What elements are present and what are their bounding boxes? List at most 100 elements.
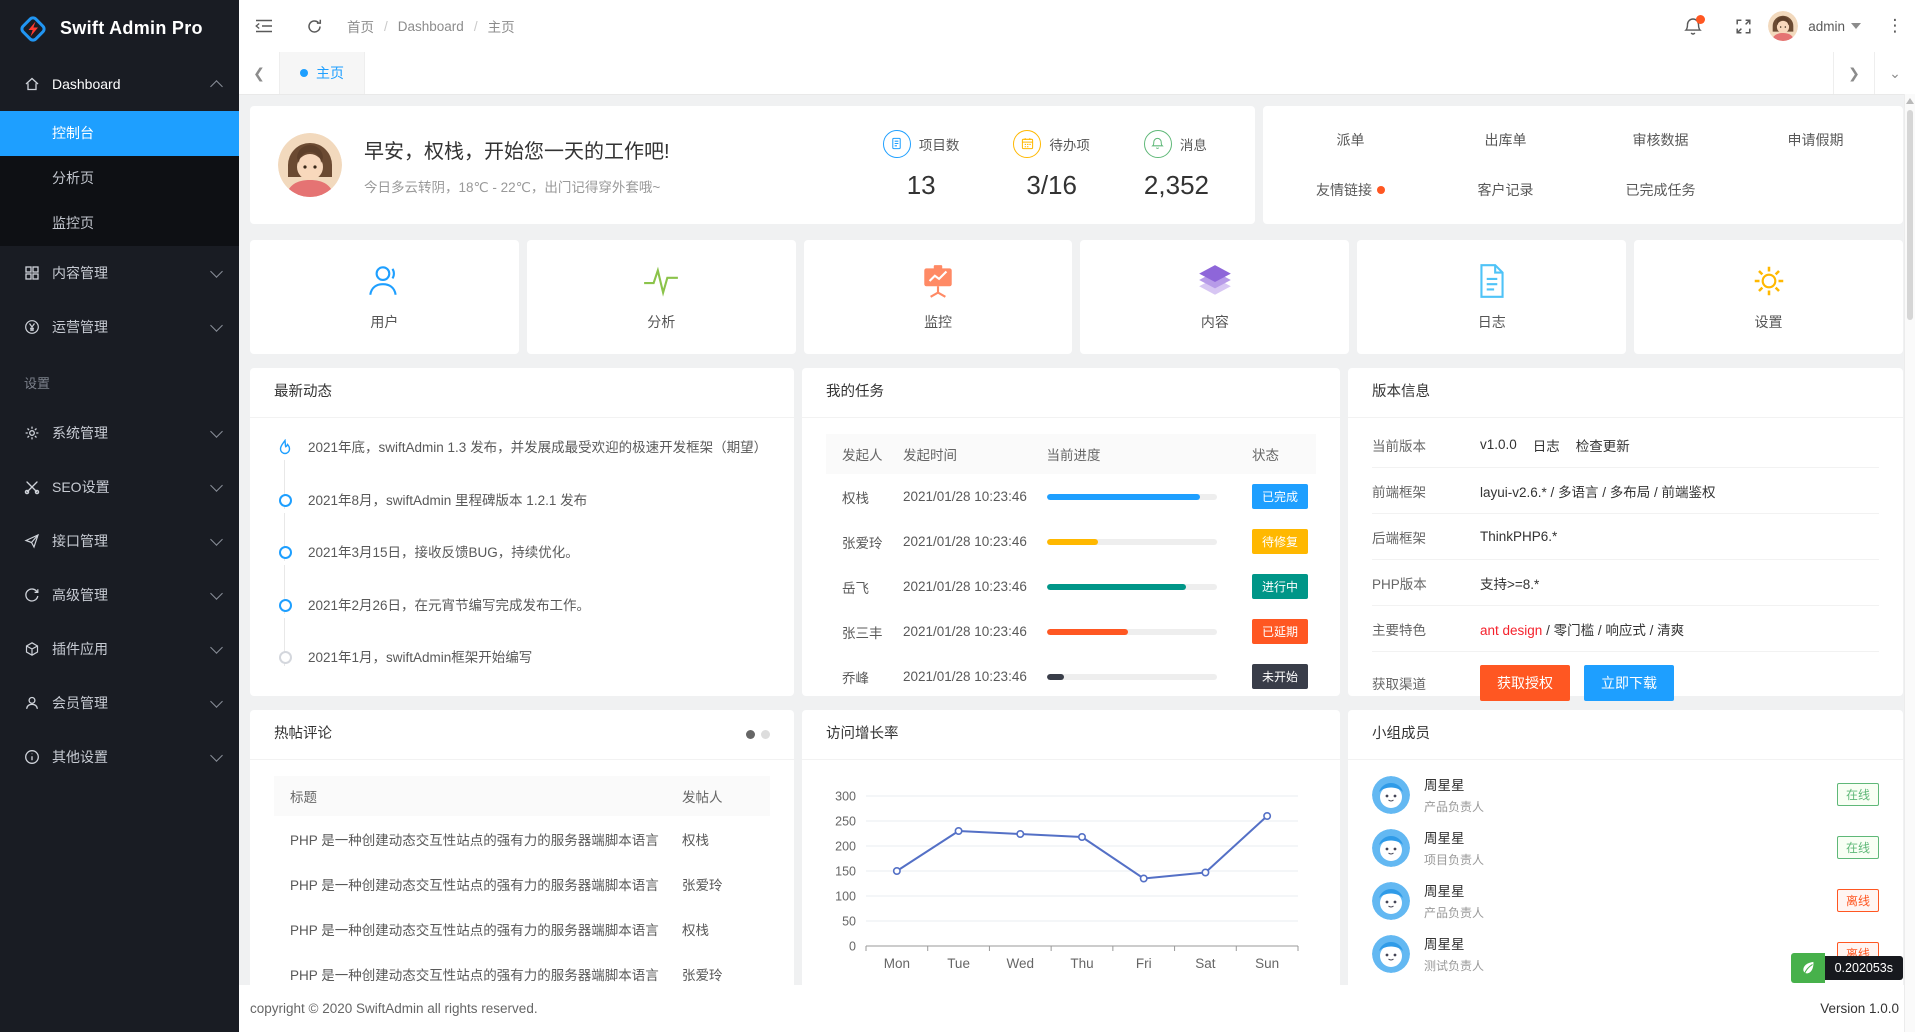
sidebar-item-other[interactable]: 其他设置 [0, 730, 239, 784]
sidebar-item-content[interactable]: 内容管理 [0, 246, 239, 300]
tools-icon [24, 479, 40, 495]
quick-link-done-tasks[interactable]: 已完成任务 [1583, 180, 1738, 200]
circle-icon [279, 599, 292, 612]
shortcut-content[interactable]: 内容 [1080, 240, 1349, 354]
member-row: 周星星产品负责人 离线 [1372, 874, 1879, 927]
version-row: 后端框架 ThinkPHP6.* [1372, 514, 1879, 560]
sidebar-nav: Dashboard 控制台 分析页 监控页 内容管理 运营管理 设置 系 [0, 57, 239, 784]
gear-icon [24, 425, 40, 441]
download-button[interactable]: 立即下载 [1584, 665, 1674, 701]
post-row: PHP 是一种创建动态交互性站点的强有力的服务器端脚本语言权栈 [274, 816, 770, 861]
post-row: PHP 是一种创建动态交互性站点的强有力的服务器端脚本语言张爱玲 [274, 951, 770, 985]
changelog-link[interactable]: 日志 [1533, 435, 1560, 455]
status-badge: 待修复 [1252, 529, 1308, 554]
member-row: 周星星产品负责人 在线 [1372, 768, 1879, 821]
timeline-item: 2021年3月15日，接收反馈BUG，持续优化。 [276, 543, 768, 596]
task-row: 张三丰2021/01/28 10:23:46 已延期 [826, 609, 1316, 654]
carousel-dot[interactable] [761, 730, 770, 739]
notifications-button[interactable] [1668, 0, 1718, 52]
news-timeline: 2021年底，swiftAdmin 1.3 发布，并发展成最受欢迎的极速开发框架… [250, 418, 794, 721]
dashboard-submenu: 控制台 分析页 监控页 [0, 111, 239, 246]
news-title: 最新动态 [274, 368, 332, 417]
stat-messages-value: 2,352 [1144, 170, 1209, 201]
copyright-text: copyright © 2020 SwiftAdmin all rights r… [250, 1001, 538, 1016]
bell-icon [1144, 130, 1172, 158]
circle-icon [279, 651, 292, 664]
status-badge: 已延期 [1252, 619, 1308, 644]
shortcut-analysis[interactable]: 分析 [527, 240, 796, 354]
logo-icon [16, 12, 50, 46]
sidebar-subitem-monitor[interactable]: 监控页 [0, 201, 239, 246]
document-icon [883, 130, 911, 158]
alert-dot [1377, 186, 1385, 194]
sidebar-item-api[interactable]: 接口管理 [0, 514, 239, 568]
quick-link-friendlinks[interactable]: 友情链接 [1273, 180, 1428, 200]
tab-active-dot [300, 69, 308, 77]
username[interactable]: admin [1808, 19, 1845, 34]
quick-link-outbound[interactable]: 出库单 [1428, 130, 1583, 150]
quick-link-dispatch[interactable]: 派单 [1273, 130, 1428, 150]
refresh-button[interactable] [289, 0, 339, 52]
svg-text:Sun: Sun [1255, 956, 1279, 971]
chevron-down-icon [210, 425, 223, 438]
breadcrumb-dashboard[interactable]: Dashboard [398, 19, 464, 34]
task-row: 张爱玲2021/01/28 10:23:46 待修复 [826, 519, 1316, 564]
tab-menu-button[interactable]: ⌄ [1874, 52, 1915, 94]
sidebar-item-operations[interactable]: 运营管理 [0, 300, 239, 354]
tab-scroll-left-button[interactable]: ❮ [239, 52, 279, 94]
sidebar-item-advanced[interactable]: 高级管理 [0, 568, 239, 622]
breadcrumb-current: 主页 [488, 16, 515, 36]
performance-badge: 0.202053s [1791, 953, 1903, 983]
breadcrumb-home[interactable]: 首页 [347, 16, 374, 36]
more-menu-button[interactable]: ⋮ [1875, 16, 1915, 36]
sidebar-item-seo[interactable]: SEO设置 [0, 460, 239, 514]
logo[interactable]: Swift Admin Pro [0, 0, 239, 57]
check-update-link[interactable]: 检查更新 [1576, 435, 1630, 455]
timeline-item: 2021年8月，swiftAdmin 里程碑版本 1.2.1 发布 [276, 491, 768, 544]
svg-text:Mon: Mon [884, 956, 910, 971]
welcome-avatar [278, 133, 342, 197]
sidebar-item-members[interactable]: 会员管理 [0, 676, 239, 730]
fullscreen-button[interactable] [1718, 0, 1768, 52]
sidebar-item-plugins[interactable]: 插件应用 [0, 622, 239, 676]
circle-icon [279, 546, 292, 559]
progress-bar [1047, 674, 1217, 680]
quick-link-customers[interactable]: 客户记录 [1428, 180, 1583, 200]
post-row: PHP 是一种创建动态交互性站点的强有力的服务器端脚本语言权栈 [274, 906, 770, 951]
task-row: 权栈2021/01/28 10:23:46 已完成 [826, 474, 1316, 519]
growth-chart-card: 访问增长率 050100150200250300MonTueWedThuFriS… [802, 710, 1340, 985]
status-badge: 进行中 [1252, 574, 1308, 599]
collapse-sidebar-button[interactable] [239, 0, 289, 52]
progress-bar [1047, 539, 1217, 545]
carousel-dot-active[interactable] [746, 730, 755, 739]
chevron-down-icon [210, 533, 223, 546]
scrollbar-up-arrow[interactable] [1906, 98, 1914, 104]
user-avatar[interactable] [1768, 11, 1798, 41]
vertical-scrollbar[interactable] [1904, 94, 1915, 1032]
tab-scroll-right-button[interactable]: ❯ [1833, 52, 1874, 94]
shortcut-settings[interactable]: 设置 [1634, 240, 1903, 354]
sidebar-item-dashboard[interactable]: Dashboard [0, 57, 239, 111]
calendar-icon [1013, 130, 1041, 158]
tab-home[interactable]: 主页 [279, 52, 365, 94]
online-badge: 在线 [1837, 783, 1879, 806]
shortcut-monitor[interactable]: 监控 [804, 240, 1073, 354]
user-menu-caret-icon[interactable] [1851, 23, 1861, 29]
stat-projects: 项目数 13 [883, 130, 960, 201]
sidebar-subitem-analysis[interactable]: 分析页 [0, 156, 239, 201]
scrollbar-thumb[interactable] [1907, 110, 1913, 320]
version-row: 前端框架 layui-v2.6.* / 多语言 / 多布局 / 前端鉴权 [1372, 468, 1879, 514]
post-row: PHP 是一种创建动态交互性站点的强有力的服务器端脚本语言张爱玲 [274, 861, 770, 906]
member-avatar [1372, 882, 1410, 920]
quick-link-audit[interactable]: 审核数据 [1583, 130, 1738, 150]
sidebar-subitem-console[interactable]: 控制台 [0, 111, 239, 156]
shortcut-users[interactable]: 用户 [250, 240, 519, 354]
get-license-button[interactable]: 获取授权 [1480, 665, 1570, 701]
tasks-table: 发起人 发起时间 当前进度 状态 权栈2021/01/28 10:23:46 已… [826, 434, 1316, 699]
quick-link-leave[interactable]: 申请假期 [1738, 130, 1893, 150]
presentation-chart-icon [919, 262, 957, 300]
shortcut-logs[interactable]: 日志 [1357, 240, 1626, 354]
online-badge: 在线 [1837, 836, 1879, 859]
sidebar-item-system[interactable]: 系统管理 [0, 406, 239, 460]
chevron-down-icon [210, 319, 223, 332]
